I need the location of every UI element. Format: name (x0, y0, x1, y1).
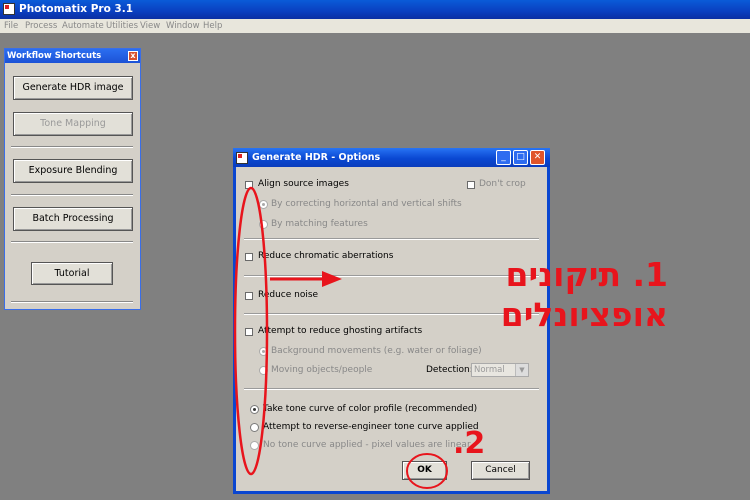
align-features-radio[interactable] (259, 220, 268, 229)
ghost-background-radio[interactable] (259, 347, 268, 356)
tone-linear-radio[interactable] (250, 441, 259, 450)
exposure-blending-button[interactable]: Exposure Blending (13, 159, 133, 183)
ghost-moving-radio[interactable] (259, 366, 268, 375)
divider (11, 241, 133, 243)
align-shift-radio[interactable] (259, 200, 268, 209)
align-features-label: By matching features (271, 219, 368, 229)
ghost-moving-label: Moving objects/people (271, 365, 373, 375)
app-icon (3, 3, 15, 15)
ok-button[interactable]: OK (402, 461, 447, 480)
menu-automate[interactable]: Automate (62, 21, 104, 31)
tone-mapping-button[interactable]: Tone Mapping (13, 112, 133, 136)
chromatic-checkbox[interactable] (245, 253, 253, 261)
app-titlebar: Photomatix Pro 3.1 (0, 0, 750, 19)
menu-file[interactable]: File (4, 21, 18, 31)
align-label: Align source images (258, 179, 349, 189)
annotation-label-2: 2. (453, 426, 486, 461)
close-icon[interactable]: x (128, 51, 138, 61)
divider (244, 238, 539, 240)
dialog-title: Generate HDR - Options (252, 152, 381, 163)
cancel-button[interactable]: Cancel (471, 461, 530, 480)
tone-profile-radio[interactable] (250, 405, 259, 414)
dont-crop-checkbox[interactable] (467, 181, 475, 189)
app-title: Photomatix Pro 3.1 (19, 3, 134, 15)
divider (11, 194, 133, 196)
menu-view[interactable]: View (140, 21, 160, 31)
noise-checkbox[interactable] (245, 292, 253, 300)
minimize-icon[interactable]: _ (496, 150, 511, 165)
divider (244, 313, 539, 315)
generate-hdr-button[interactable]: Generate HDR image (13, 76, 133, 100)
detection-select[interactable]: Normal ▼ (471, 363, 529, 377)
detection-label: Detection: (426, 365, 473, 375)
tutorial-button[interactable]: Tutorial (31, 262, 113, 285)
divider (11, 146, 133, 148)
divider (244, 388, 539, 390)
annotation-label-1: 1. תיקונים אופציונלים (500, 255, 668, 334)
dialog-titlebar[interactable]: Generate HDR - Options _ □ ✕ (233, 148, 550, 167)
align-shift-label: By correcting horizontal and vertical sh… (271, 199, 462, 209)
tone-profile-label: Take tone curve of color profile (recomm… (263, 404, 478, 414)
menu-utilities[interactable]: Utilities (106, 21, 138, 31)
workflow-titlebar[interactable]: Workflow Shortcuts x (5, 49, 140, 63)
ghost-background-label: Background movements (e.g. water or foli… (271, 346, 482, 356)
dialog-icon (236, 152, 248, 164)
chevron-down-icon: ▼ (515, 364, 528, 376)
maximize-icon[interactable]: □ (513, 150, 528, 165)
align-checkbox[interactable] (245, 181, 253, 189)
tone-reverse-label: Attempt to reverse-engineer tone curve a… (263, 422, 479, 432)
menu-window[interactable]: Window (166, 21, 200, 31)
detection-value: Normal (474, 365, 505, 375)
noise-label: Reduce noise (258, 290, 319, 300)
ghosting-label: Attempt to reduce ghosting artifacts (258, 326, 423, 336)
menu-process[interactable]: Process (25, 21, 57, 31)
dont-crop-label: Don't crop (479, 179, 526, 189)
menubar: File Process Automate Utilities View Win… (0, 19, 750, 33)
divider (11, 301, 133, 303)
workflow-shortcuts-panel: Workflow Shortcuts x Generate HDR image … (4, 48, 141, 310)
close-icon[interactable]: ✕ (530, 150, 545, 165)
menu-help[interactable]: Help (203, 21, 222, 31)
tone-reverse-radio[interactable] (250, 423, 259, 432)
batch-processing-button[interactable]: Batch Processing (13, 207, 133, 231)
ghosting-checkbox[interactable] (245, 328, 253, 336)
workflow-title: Workflow Shortcuts (7, 51, 102, 61)
tone-linear-label: No tone curve applied - pixel values are… (263, 440, 471, 450)
